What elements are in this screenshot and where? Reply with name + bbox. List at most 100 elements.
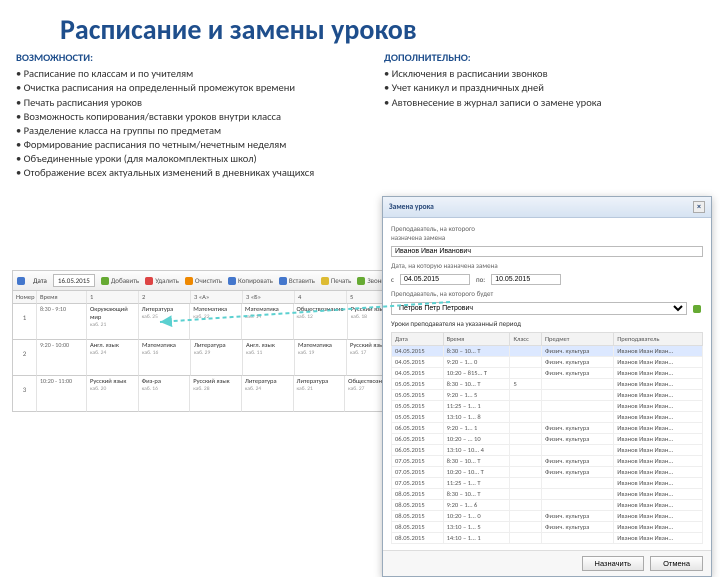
lesson-cell[interactable]: Англ. языккаб. 11	[243, 340, 295, 376]
page-title: Расписание и замены уроков	[0, 0, 720, 51]
lesson-cell[interactable]: Русский языккаб. 28	[190, 376, 242, 412]
th-teacher: Преподаватель	[614, 333, 703, 346]
feature-item: Отображение всех актуальных изменений в …	[16, 166, 368, 180]
dialog-titlebar: Замена урока ×	[383, 197, 711, 218]
feature-item: Формирование расписания по четным/нечетн…	[16, 138, 368, 152]
bell-icon	[357, 277, 365, 285]
lesson-cell[interactable]: Окружающий миркаб. 21	[87, 304, 139, 340]
date-range-label: Дата, на которую назначена замена	[391, 261, 703, 270]
lesson-cell[interactable]: Математикакаб. 16	[139, 340, 191, 376]
table-row[interactable]: 07.05.20158:30 – 10... ТФизич. культураИ…	[392, 456, 703, 467]
add-icon[interactable]	[693, 305, 701, 313]
teacher-to-label: Преподаватель, на которого будет	[391, 289, 703, 298]
close-button[interactable]: ×	[693, 201, 705, 213]
table-row[interactable]: 08.05.201514:10 – 1... 1Иванов Иван Иван…	[392, 533, 703, 544]
table-row[interactable]: 08.05.201513:10 – 1... 5Физич. культураИ…	[392, 522, 703, 533]
table-row[interactable]: 04.05.20159:20 – 1... 0Физич. культураИв…	[392, 357, 703, 368]
col-time: Время	[37, 291, 87, 304]
lesson-cell[interactable]: Литературакаб. 24	[242, 376, 294, 412]
plus-icon	[101, 277, 109, 285]
lessons-table: Дата Время Класс Предмет Преподаватель 0…	[391, 332, 703, 544]
feature-item: Расписание по классам и по учителям	[16, 67, 368, 81]
lesson-cell[interactable]: Математикакаб. 14	[242, 304, 294, 340]
table-row[interactable]: 07.05.201510:20 – 10... ТФизич. культура…	[392, 467, 703, 478]
col-class: 3 «А»	[191, 291, 243, 304]
teacher-to-select[interactable]: Петров Петр Петрович	[391, 302, 687, 315]
calendar-icon	[17, 277, 25, 285]
extra-item: Автовнесение в журнал записи о замене ур…	[384, 96, 704, 110]
paste-button[interactable]: Вставить	[279, 276, 315, 285]
date-label: Дата	[33, 276, 47, 285]
clear-icon	[185, 277, 193, 285]
cancel-button[interactable]: Отмена	[650, 556, 703, 571]
feature-item: Объединенные уроки (для малокомплектных …	[16, 152, 368, 166]
row-time: 10:20 - 11:00	[37, 376, 87, 412]
extra-item: Исключения в расписании звонков	[384, 67, 704, 81]
paste-icon	[279, 277, 287, 285]
row-number: 1	[13, 304, 37, 340]
table-row[interactable]: 06.05.201510:20 – ... 10Физич. культураИ…	[392, 434, 703, 445]
table-row[interactable]: 08.05.20159:20 – 1... 6Иванов Иван Иван.…	[392, 500, 703, 511]
feature-item: Возможность копирования/вставки уроков в…	[16, 110, 368, 124]
table-row[interactable]: 04.05.201510:20 – 815... ТФизич. культур…	[392, 368, 703, 379]
table-row[interactable]: 08.05.20158:30 – 10... ТИванов Иван Иван…	[392, 489, 703, 500]
th-date: Дата	[392, 333, 444, 346]
copy-button[interactable]: Копировать	[228, 276, 273, 285]
table-row[interactable]: 05.05.201511:25 – 1... 1Иванов Иван Иван…	[392, 401, 703, 412]
table-row[interactable]: 08.05.201510:20 – 1... 0Физич. культураИ…	[392, 511, 703, 522]
x-icon	[145, 277, 153, 285]
add-button[interactable]: Добавить	[101, 276, 139, 285]
from-date-input[interactable]	[400, 274, 470, 285]
col-class: 1	[87, 291, 139, 304]
lesson-cell[interactable]: Физ-ракаб. 16	[139, 376, 191, 412]
table-row[interactable]: 07.05.201511:25 – 1... ТИванов Иван Иван…	[392, 478, 703, 489]
row-time: 9:20 - 10:00	[37, 340, 87, 376]
col-class: 4	[295, 291, 347, 304]
to-date-input[interactable]	[491, 274, 561, 285]
copy-icon	[228, 277, 236, 285]
table-row[interactable]: 06.05.20159:20 – 1... 1Физич. культураИв…	[392, 423, 703, 434]
extras-column: ДОПОЛНИТЕЛЬНО: Исключения в расписании з…	[384, 51, 704, 181]
feature-item: Разделение класса на группы по предметам	[16, 124, 368, 138]
row-number: 3	[13, 376, 37, 412]
lesson-cell[interactable]: Математикакаб. 22	[190, 304, 242, 340]
table-row[interactable]: 05.05.201513:10 – 1... 8Иванов Иван Иван…	[392, 412, 703, 423]
th-class: Класс	[510, 333, 542, 346]
extras-head: ДОПОЛНИТЕЛЬНО:	[384, 51, 704, 65]
lesson-cell[interactable]: Русский языккаб. 20	[87, 376, 139, 412]
row-number: 2	[13, 340, 37, 376]
table-row[interactable]: 05.05.20158:30 – 10... Т5Иванов Иван Ива…	[392, 379, 703, 390]
lesson-cell[interactable]: Литературакаб. 21	[294, 376, 346, 412]
feature-item: Очистка расписания на определенный проме…	[16, 81, 368, 95]
lesson-cell[interactable]: Литературакаб. 25	[139, 304, 191, 340]
print-icon	[321, 277, 329, 285]
col-class: 2	[139, 291, 191, 304]
dialog-title: Замена урока	[389, 203, 434, 212]
clear-button[interactable]: Очистить	[185, 276, 222, 285]
col-class: 3 «Б»	[243, 291, 295, 304]
from-label: с	[391, 275, 394, 284]
delete-button[interactable]: Удалить	[145, 276, 179, 285]
ok-button[interactable]: Назначить	[582, 556, 645, 571]
table-row[interactable]: 05.05.20159:20 – 1... 5Иванов Иван Иван.…	[392, 390, 703, 401]
lessons-note: Уроки преподавателя на указанный период	[391, 319, 703, 328]
lesson-cell[interactable]: Обществознаниекаб. 12	[294, 304, 348, 340]
lesson-cell[interactable]: Математикакаб. 19	[295, 340, 347, 376]
teacher-from-label: Преподаватель, на которогоназначена заме…	[391, 224, 703, 242]
row-time: 8:30 - 9:10	[37, 304, 87, 340]
date-input[interactable]: 16.05.2015	[53, 274, 95, 287]
table-row[interactable]: 04.05.20158:30 – 10... ТФизич. культураИ…	[392, 346, 703, 357]
lesson-cell[interactable]: Англ. языккаб. 24	[87, 340, 139, 376]
features-head: ВОЗМОЖНОСТИ:	[16, 51, 368, 65]
col-num: Номер	[13, 291, 37, 304]
table-row[interactable]: 06.05.201513:10 – 10... 4Иванов Иван Ива…	[392, 445, 703, 456]
lesson-cell[interactable]: Литературакаб. 29	[191, 340, 243, 376]
th-subject: Предмет	[542, 333, 614, 346]
extra-item: Учет каникул и праздничных дней	[384, 81, 704, 95]
replacement-dialog: Замена урока × Преподаватель, на которог…	[382, 196, 712, 577]
feature-item: Печать расписания уроков	[16, 96, 368, 110]
features-column: ВОЗМОЖНОСТИ: Расписание по классам и по …	[16, 51, 368, 181]
th-time: Время	[443, 333, 510, 346]
teacher-from-input[interactable]	[391, 246, 703, 257]
print-button[interactable]: Печать	[321, 276, 351, 285]
